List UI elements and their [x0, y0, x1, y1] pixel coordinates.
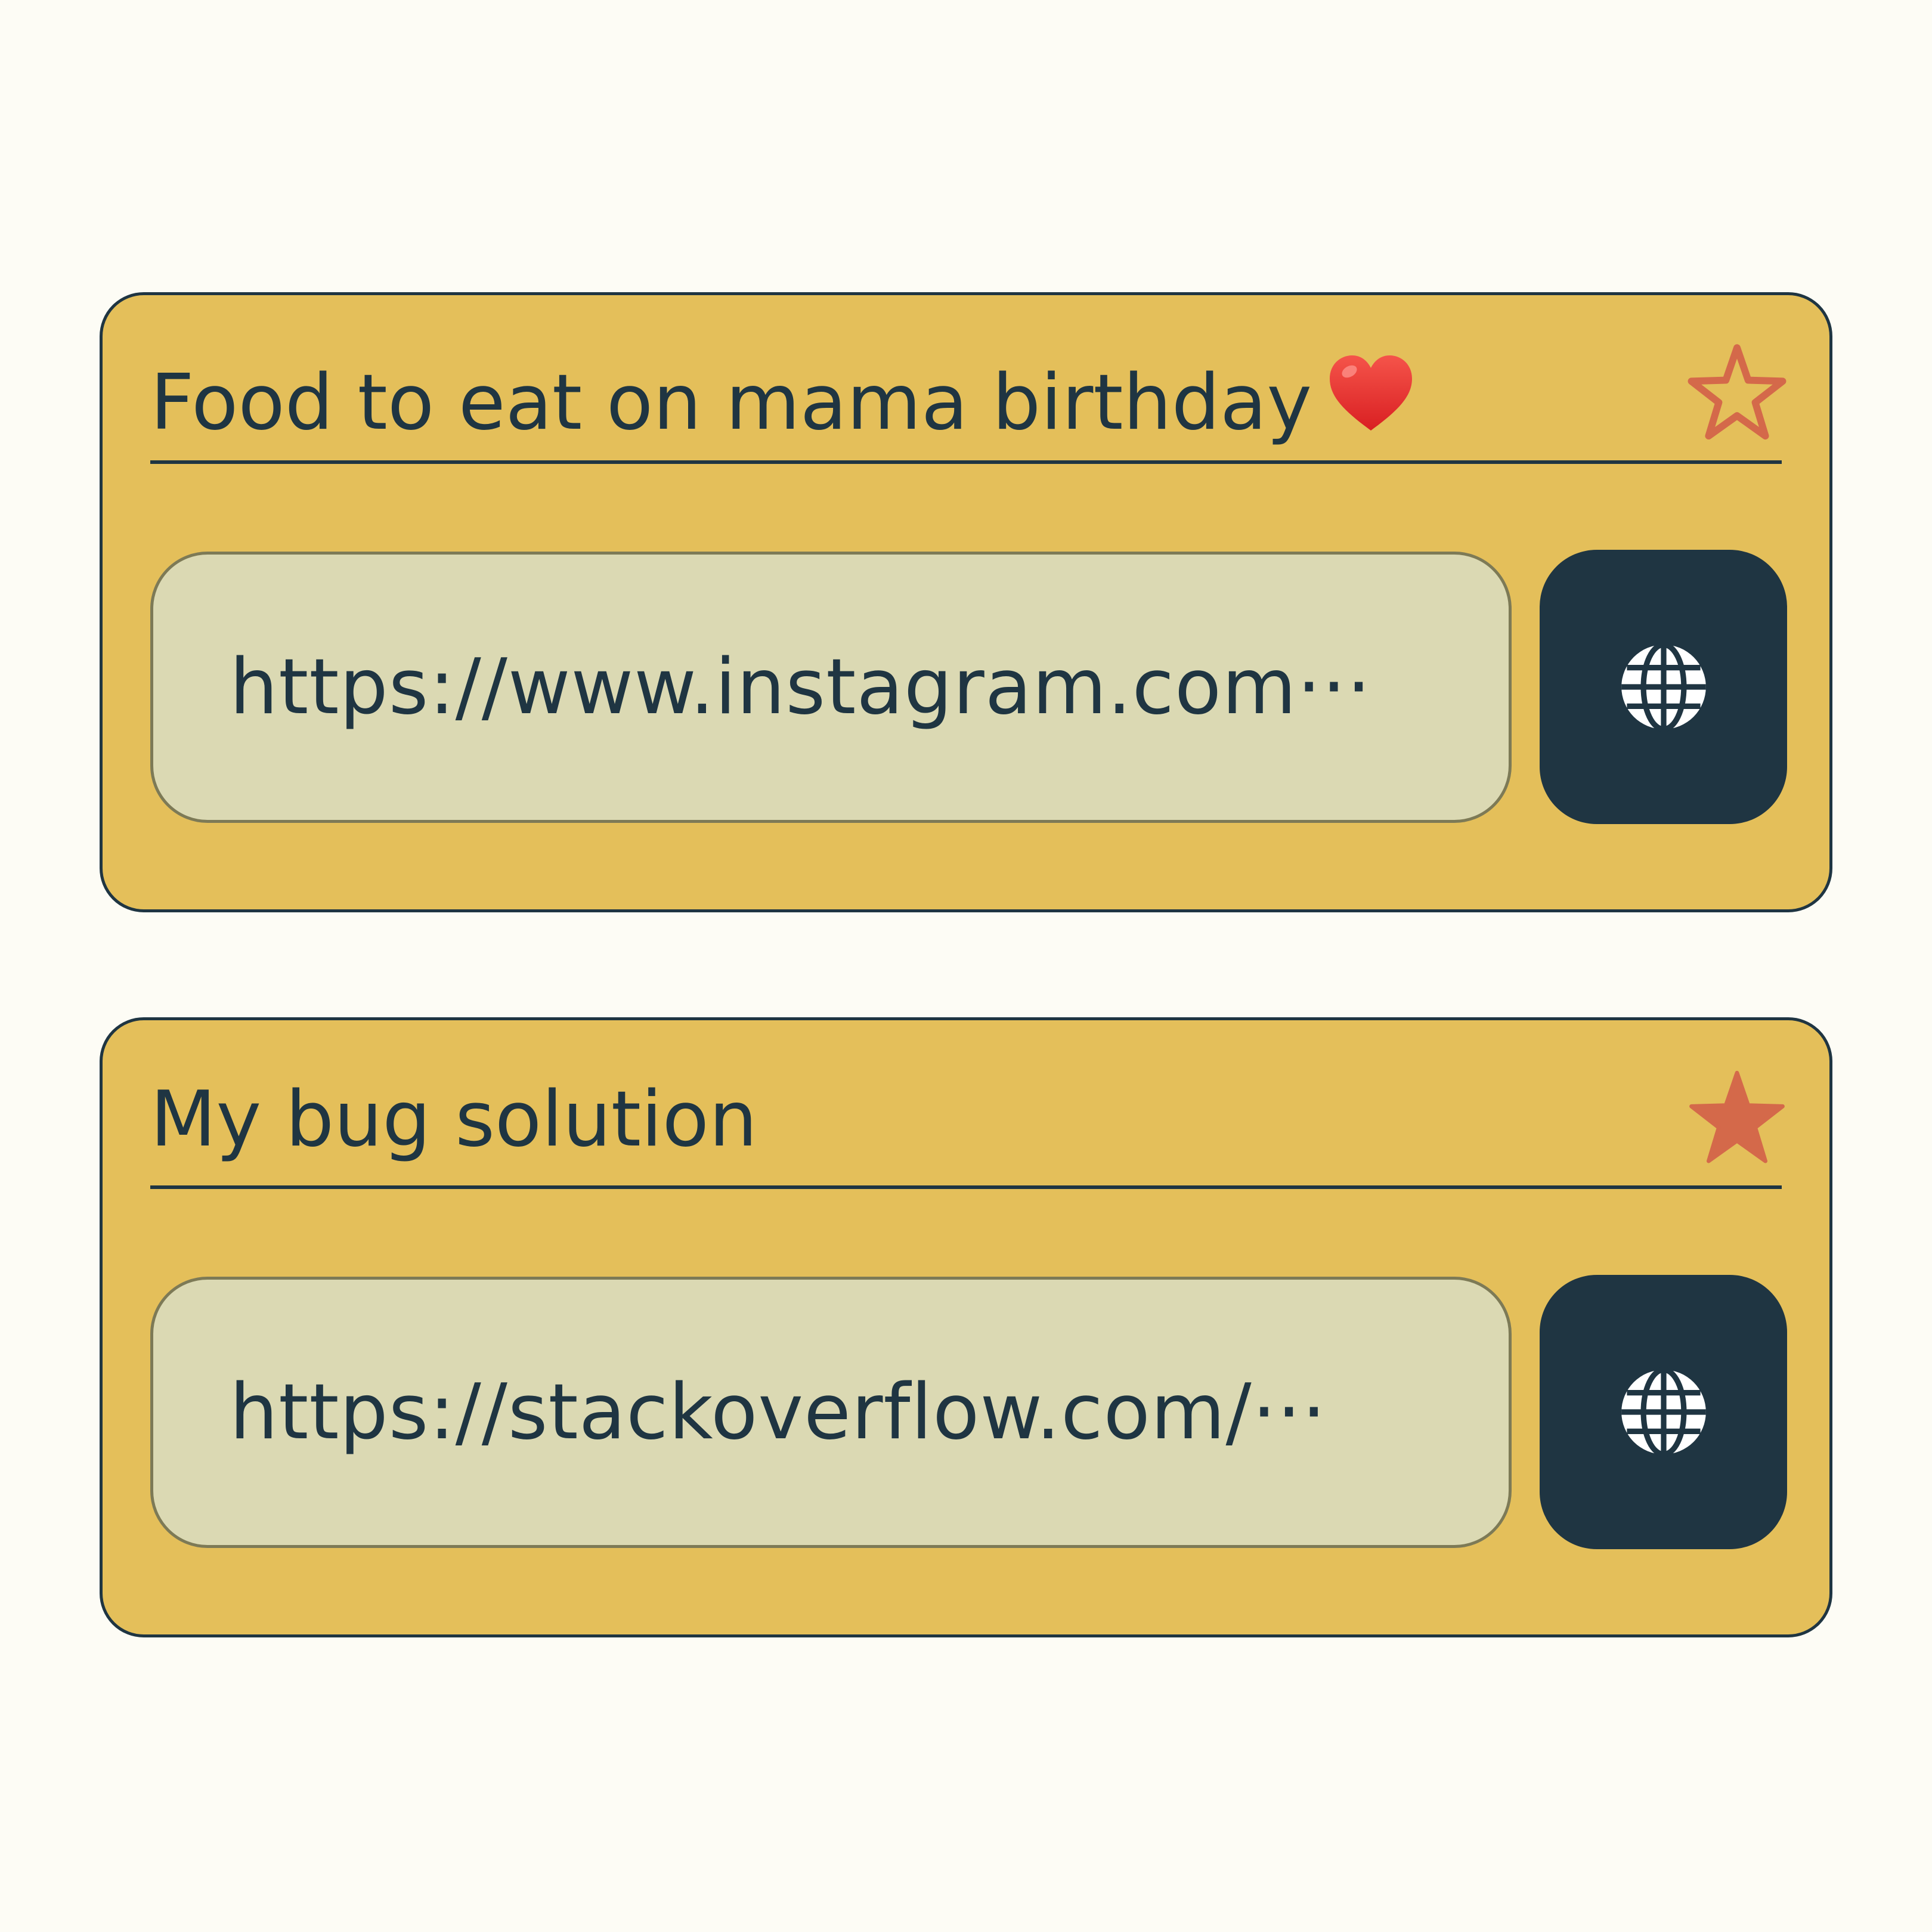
favorite-star-filled-icon[interactable] [1686, 1067, 1788, 1168]
url-text: https://www.instagram.com··· [230, 643, 1371, 732]
open-link-button[interactable] [1540, 550, 1787, 824]
bookmark-card: Food to eat on mama birthday https://www… [100, 292, 1832, 912]
globe-icon [1621, 1367, 1706, 1457]
bookmark-title-text: Food to eat on mama birthday [150, 358, 1312, 447]
heart-emoji-icon [1330, 355, 1413, 431]
favorite-star-outline-icon[interactable] [1686, 342, 1788, 443]
url-field[interactable]: https://stackoverflow.com/··· [150, 1277, 1512, 1548]
url-field[interactable]: https://www.instagram.com··· [150, 552, 1512, 823]
url-text: https://stackoverflow.com/··· [230, 1368, 1327, 1457]
globe-icon [1621, 642, 1706, 732]
bookmark-title: My bug solution [150, 1075, 757, 1165]
open-link-button[interactable] [1540, 1275, 1787, 1549]
bookmark-card: My bug solution https://stackoverflow.co… [100, 1017, 1832, 1637]
bookmark-title: Food to eat on mama birthday [150, 350, 1416, 448]
title-divider [150, 460, 1782, 464]
bookmark-title-text: My bug solution [150, 1075, 758, 1164]
title-divider [150, 1185, 1782, 1189]
